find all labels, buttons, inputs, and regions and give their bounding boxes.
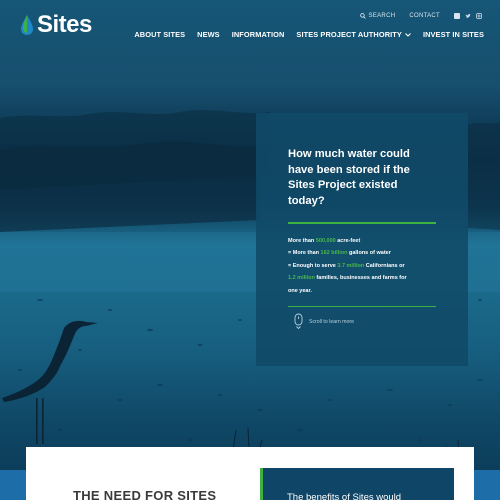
card-heading: How much water could have been stored if… [288, 148, 410, 207]
stat-line-2: = More than 162 billion gallons of water [288, 247, 436, 259]
scroll-label: Scroll to learn more [309, 319, 354, 325]
search-label: SEARCH [368, 13, 396, 19]
stat-line-5: one year. [288, 287, 312, 294]
nav-sites-project-authority[interactable]: SITES PROJECT AUTHORITY [296, 30, 411, 39]
stat-value: 500,000 [315, 237, 336, 244]
nav-label: NEWS [197, 30, 220, 39]
stat-text: gallons of water [347, 250, 391, 257]
divider [288, 305, 436, 308]
instagram-icon[interactable] [476, 13, 482, 19]
stat-value: 1.2 million [288, 275, 315, 282]
twitter-icon[interactable] [465, 13, 471, 19]
search-link[interactable]: SEARCH [359, 13, 396, 19]
stat-text: = Enough to serve [288, 262, 338, 269]
stat-text: families, businesses and farms for [314, 275, 407, 282]
water-stats: More than 500,000 acre-feet = More than … [288, 235, 436, 297]
stat-text: = More than [288, 250, 321, 257]
nav-label: INVEST IN SITES [422, 30, 484, 39]
stat-text: acre-feet [335, 237, 361, 244]
divider [288, 222, 436, 224]
site-logo[interactable]: Sites [20, 11, 92, 39]
main-nav: ABOUT SITES NEWS INFORMATION SITES PROJE… [134, 30, 484, 39]
nav-about-sites[interactable]: ABOUT SITES [134, 30, 185, 39]
benefits-box: The benefits of Sites would [260, 468, 454, 500]
search-icon [359, 13, 366, 19]
facebook-icon[interactable] [454, 13, 460, 19]
utility-bar: SEARCH CONTACT [359, 13, 482, 19]
stat-text: More than [288, 237, 316, 244]
logo-text: Sites [37, 11, 92, 38]
side-accent-right [474, 470, 500, 500]
scroll-mouse-icon [294, 313, 303, 330]
chevron-down-icon [405, 32, 411, 37]
stat-text: Californians or [364, 262, 405, 269]
social-links [454, 13, 482, 19]
water-storage-card: How much water could have been stored if… [256, 113, 468, 366]
nav-label: SITES PROJECT AUTHORITY [296, 30, 402, 39]
contact-link[interactable]: CONTACT [409, 13, 440, 19]
side-accent-left [0, 470, 26, 500]
nav-information[interactable]: INFORMATION [232, 30, 285, 39]
nav-news[interactable]: NEWS [197, 30, 220, 39]
nav-invest-in-sites[interactable]: INVEST IN SITES [423, 30, 484, 39]
logo-drop-icon [21, 15, 33, 35]
scroll-prompt[interactable]: Scroll to learn more [294, 313, 354, 331]
stat-value: 162 billion [320, 250, 348, 257]
benefits-text: The benefits of Sites would [287, 492, 402, 500]
need-for-sites-heading: THE NEED FOR SITES [73, 488, 217, 500]
stat-value: 3.7 million [337, 262, 365, 269]
nav-label: ABOUT SITES [134, 30, 186, 39]
nav-label: INFORMATION [231, 30, 285, 39]
stat-line-3: = Enough to serve 3.7 million California… [288, 260, 436, 272]
stat-line-4: 1.2 million families, businesses and far… [288, 272, 436, 284]
stat-line-1: More than 500,000 acre-feet [288, 235, 436, 247]
